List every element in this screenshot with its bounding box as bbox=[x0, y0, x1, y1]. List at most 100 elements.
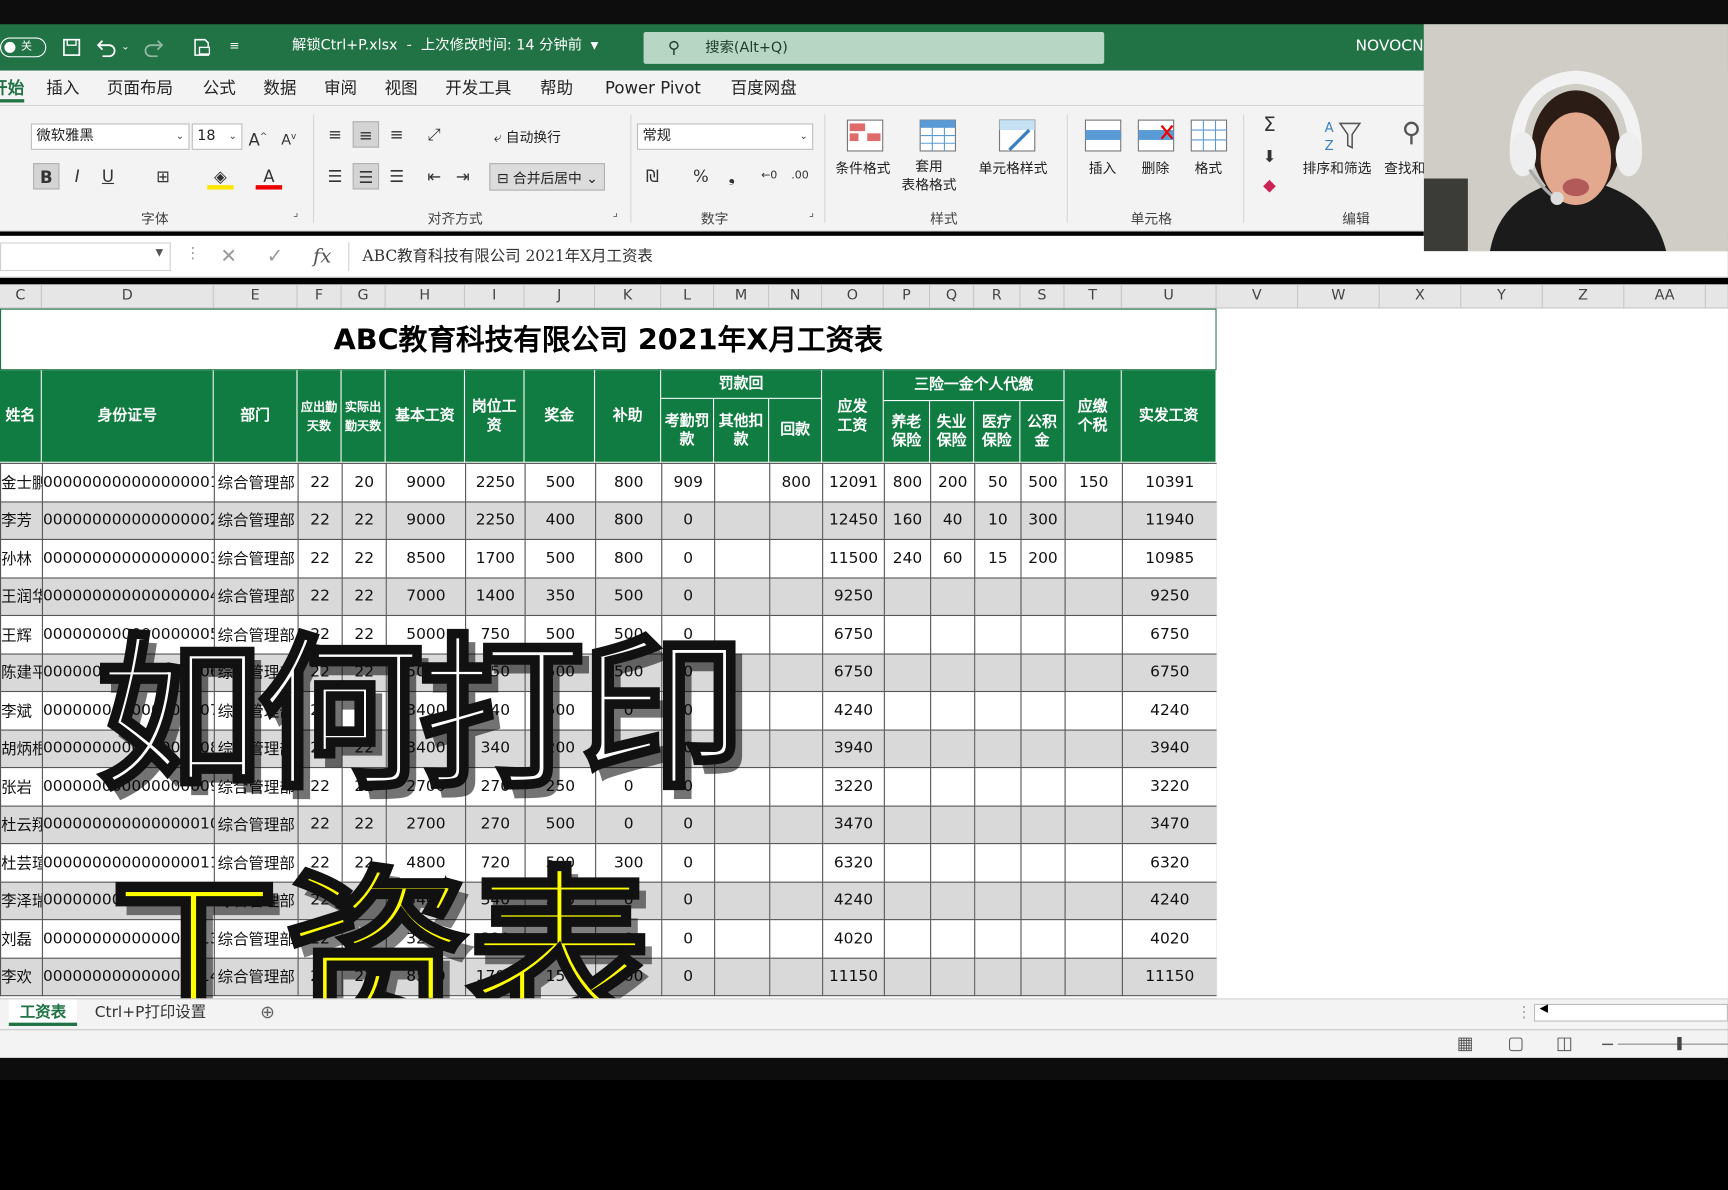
delete-cells-icon[interactable] bbox=[1137, 119, 1175, 152]
cell-l[interactable]: 0 bbox=[661, 919, 716, 959]
insert-cells-button[interactable]: 插入 bbox=[1089, 156, 1117, 177]
header-medical[interactable]: 医疗 保险 bbox=[974, 401, 1021, 463]
align-right-icon[interactable]: ☰ bbox=[383, 163, 409, 189]
header-dept[interactable]: 部门 bbox=[213, 370, 298, 463]
cell-id[interactable]: 000000000000000003 bbox=[41, 538, 215, 578]
wrap-text-button[interactable]: ⤶ 自动换行 bbox=[494, 126, 561, 147]
cell-t[interactable] bbox=[1064, 843, 1123, 883]
cell-n[interactable] bbox=[769, 957, 824, 997]
tab-help[interactable]: 帮助 bbox=[540, 77, 573, 99]
cell-k[interactable]: 800 bbox=[595, 462, 663, 502]
header-attendance-deduct[interactable]: 考勤罚款 bbox=[661, 398, 715, 463]
scroll-left-icon[interactable]: ◀ bbox=[1539, 1003, 1547, 1015]
cell-j[interactable]: 350 bbox=[524, 576, 597, 617]
cell-s[interactable] bbox=[1020, 614, 1066, 655]
header-gross[interactable]: 应发 工资 bbox=[822, 370, 884, 463]
bold-button[interactable]: B bbox=[33, 163, 60, 190]
cell-o[interactable]: 11150 bbox=[822, 957, 885, 997]
header-deduct-group[interactable]: 罚款回 bbox=[661, 370, 823, 399]
customize-toolbar-icon[interactable]: ≡ bbox=[229, 35, 239, 57]
cell-r[interactable] bbox=[974, 805, 1022, 845]
cell-q[interactable]: 200 bbox=[930, 462, 976, 502]
column-header[interactable]: F bbox=[298, 284, 342, 309]
cell-q[interactable] bbox=[930, 843, 976, 883]
cell-s[interactable] bbox=[1020, 805, 1066, 845]
column-header[interactable]: O bbox=[822, 284, 884, 309]
header-refund[interactable]: 回款 bbox=[769, 398, 823, 463]
header-id[interactable]: 身份证号 bbox=[41, 370, 214, 463]
cell-r[interactable] bbox=[974, 614, 1022, 655]
cell-r[interactable] bbox=[974, 843, 1022, 883]
cell-q[interactable] bbox=[930, 652, 976, 693]
font-dialog-launcher-icon[interactable]: ⌟ bbox=[293, 207, 298, 219]
cell-o[interactable]: 6750 bbox=[822, 652, 885, 693]
cell-g[interactable]: 22 bbox=[341, 538, 387, 578]
column-header[interactable]: D bbox=[42, 284, 214, 309]
cell-r[interactable] bbox=[974, 690, 1022, 731]
cell-p[interactable]: 160 bbox=[883, 500, 932, 540]
cell-u[interactable]: 4240 bbox=[1121, 881, 1218, 921]
column-header[interactable]: P bbox=[884, 284, 931, 309]
decrease-decimal-icon[interactable]: .00 bbox=[787, 163, 813, 189]
cell-r[interactable] bbox=[974, 957, 1022, 997]
tab-page-layout[interactable]: 页面布局 bbox=[107, 77, 173, 99]
decrease-font-icon[interactable]: Av bbox=[276, 123, 302, 149]
cell-name[interactable]: 李泽瑞 bbox=[0, 881, 43, 921]
cell-t[interactable] bbox=[1064, 538, 1123, 578]
cell-id[interactable]: 000000000000000004 bbox=[41, 576, 215, 617]
cell-dept[interactable]: 综合管理部 bbox=[213, 462, 299, 502]
cell-t[interactable] bbox=[1064, 500, 1123, 540]
cell-o[interactable]: 12091 bbox=[822, 462, 885, 502]
cell-n[interactable] bbox=[769, 881, 824, 921]
column-header[interactable]: R bbox=[974, 284, 1021, 309]
cell-n[interactable] bbox=[769, 652, 824, 693]
cell-p[interactable] bbox=[883, 576, 932, 617]
cell-t[interactable] bbox=[1064, 690, 1123, 731]
cell-g[interactable]: 20 bbox=[341, 462, 387, 502]
cell-j[interactable]: 500 bbox=[524, 538, 597, 578]
cell-name[interactable]: 杜芸瑄 bbox=[0, 843, 43, 883]
merge-center-button[interactable]: ⊟ 合并后居中 ⌄ bbox=[489, 163, 606, 191]
cell-u[interactable]: 3220 bbox=[1121, 766, 1218, 807]
cell-k[interactable]: 500 bbox=[595, 576, 663, 617]
cell-u[interactable]: 11150 bbox=[1121, 957, 1218, 997]
cancel-icon[interactable]: ✕ bbox=[220, 245, 237, 268]
format-cells-icon[interactable] bbox=[1190, 119, 1228, 152]
cell-s[interactable] bbox=[1020, 728, 1066, 769]
table-format-icon[interactable] bbox=[919, 119, 956, 152]
cell-u[interactable]: 3470 bbox=[1121, 805, 1218, 845]
cell-r[interactable] bbox=[974, 766, 1022, 807]
cell-k[interactable]: 800 bbox=[595, 500, 663, 540]
cell-p[interactable]: 240 bbox=[883, 538, 932, 578]
header-other-deduct[interactable]: 其他扣款 bbox=[714, 398, 770, 463]
orientation-icon[interactable]: ⤢ bbox=[421, 121, 447, 147]
cell-q[interactable] bbox=[930, 576, 976, 617]
cell-p[interactable]: 800 bbox=[883, 462, 932, 502]
header-days1[interactable]: 应出勤天数 bbox=[297, 370, 342, 463]
chevron-down-icon[interactable]: ▼ bbox=[155, 248, 163, 259]
cell-p[interactable] bbox=[883, 728, 932, 769]
cell-r[interactable] bbox=[974, 576, 1022, 617]
cell-s[interactable] bbox=[1020, 652, 1066, 693]
header-days2[interactable]: 实际出勤天数 bbox=[341, 370, 386, 463]
cell-r[interactable] bbox=[974, 652, 1022, 693]
column-header[interactable]: G bbox=[342, 284, 386, 309]
column-header[interactable]: M bbox=[714, 284, 770, 309]
cell-o[interactable]: 3470 bbox=[822, 805, 885, 845]
table-format-button[interactable]: 套用 表格格式 bbox=[901, 156, 956, 193]
tab-developer[interactable]: 开发工具 bbox=[445, 77, 511, 99]
currency-icon[interactable]: ₪ bbox=[639, 163, 665, 189]
cell-p[interactable] bbox=[883, 652, 932, 693]
cell-u[interactable]: 6320 bbox=[1121, 843, 1218, 883]
cell-name[interactable]: 金士鹏 bbox=[0, 462, 43, 502]
cell-m[interactable] bbox=[714, 843, 771, 883]
cell-s[interactable] bbox=[1020, 576, 1066, 617]
cell-u[interactable]: 4240 bbox=[1121, 690, 1218, 731]
cell-o[interactable]: 6320 bbox=[822, 843, 885, 883]
sort-filter-button[interactable]: 排序和筛选 bbox=[1303, 156, 1372, 177]
cell-m[interactable] bbox=[714, 957, 771, 997]
cell-n[interactable] bbox=[769, 728, 824, 769]
autosave-toggle[interactable]: 关 bbox=[0, 37, 47, 58]
cell-t[interactable] bbox=[1064, 881, 1123, 921]
cell-l[interactable]: 0 bbox=[661, 843, 716, 883]
